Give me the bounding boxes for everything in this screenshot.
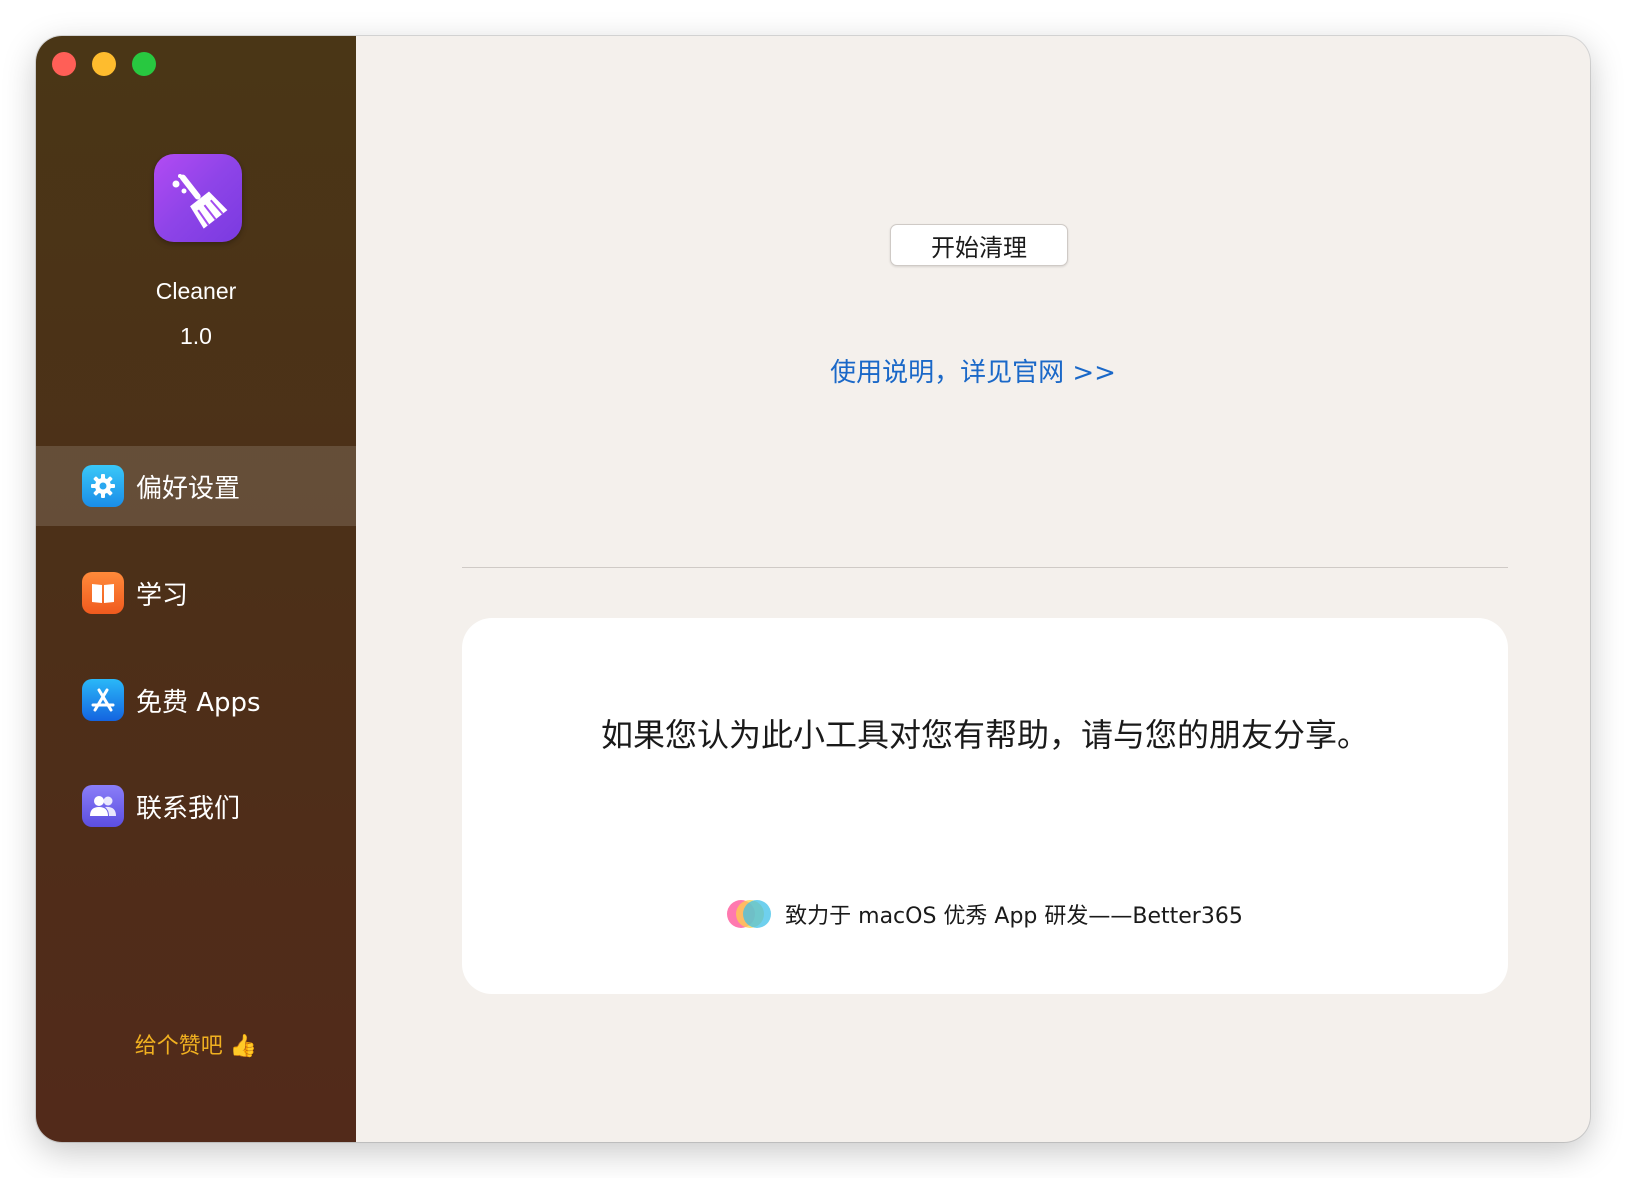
divider	[462, 567, 1508, 568]
gear-icon	[82, 465, 124, 507]
share-card: 如果您认为此小工具对您有帮助，请与您的朋友分享。 致力于 macOS 优秀 Ap…	[462, 618, 1508, 994]
better365-logo-icon	[727, 900, 772, 928]
footer: 致力于 macOS 优秀 App 研发——Better365	[462, 898, 1508, 930]
app-store-icon	[82, 679, 124, 721]
sidebar-item-free-apps[interactable]: 免费 Apps	[36, 660, 356, 740]
app-icon	[154, 154, 242, 242]
sidebar-item-learn[interactable]: 学习	[36, 553, 356, 633]
footer-text: 致力于 macOS 优秀 App 研发——Better365	[785, 904, 1243, 929]
help-link[interactable]: 使用说明，详见官网 >>	[356, 352, 1590, 389]
sidebar-item-label: 免费 Apps	[136, 687, 261, 718]
sidebar-item-label: 联系我们	[136, 793, 241, 824]
app-name: Cleaner	[155, 278, 237, 304]
sidebar: Cleaner 1.0 偏好设置 学习 免费 Apps 联系我们 给个赞吧 👍	[36, 36, 356, 1142]
app-version: 1.0	[180, 323, 212, 349]
minimize-button[interactable]	[92, 52, 116, 76]
like-button[interactable]: 给个赞吧 👍	[36, 1028, 356, 1060]
book-icon	[82, 572, 124, 614]
main-content: 开始清理 使用说明，详见官网 >> 如果您认为此小工具对您有帮助，请与您的朋友分…	[356, 36, 1590, 1142]
sidebar-item-label: 偏好设置	[136, 473, 241, 504]
window-controls	[52, 52, 156, 76]
close-button[interactable]	[52, 52, 76, 76]
start-clean-button[interactable]: 开始清理	[890, 224, 1068, 266]
zoom-button[interactable]	[132, 52, 156, 76]
sidebar-item-label: 学习	[136, 580, 189, 611]
app-window: Cleaner 1.0 偏好设置 学习 免费 Apps 联系我们 给个赞吧 👍 …	[36, 36, 1590, 1142]
sidebar-item-preferences[interactable]: 偏好设置	[36, 446, 356, 526]
share-message: 如果您认为此小工具对您有帮助，请与您的朋友分享。	[600, 716, 1369, 754]
sidebar-item-contact[interactable]: 联系我们	[36, 766, 356, 846]
people-icon	[82, 785, 124, 827]
